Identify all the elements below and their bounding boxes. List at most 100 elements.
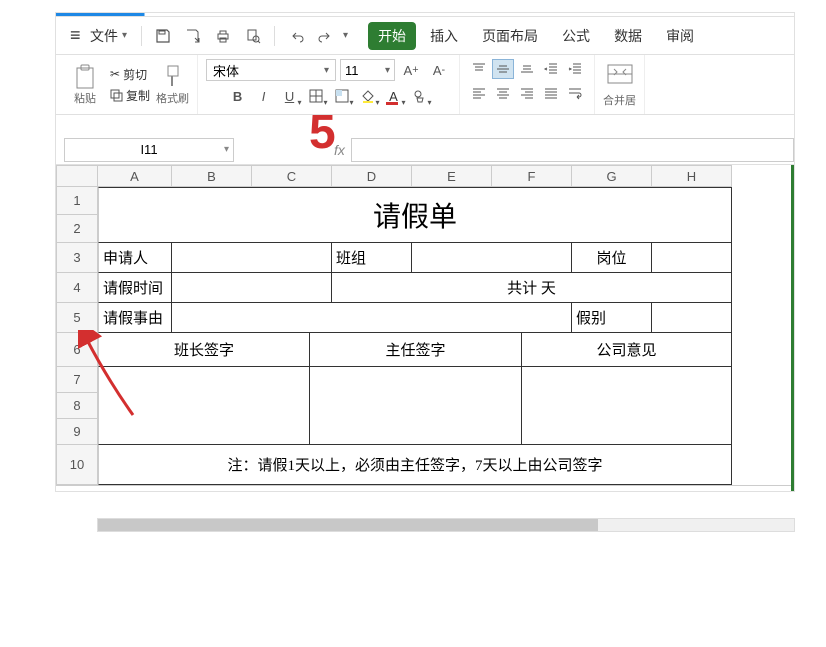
paste-button[interactable]: 粘贴 — [64, 64, 106, 106]
formula-input[interactable] — [351, 138, 794, 162]
row-header-1[interactable]: 1 — [56, 187, 98, 215]
cell-note[interactable]: 注：请假1天以上，必须由主任签字，7天以上由公司签字 — [98, 445, 732, 485]
worksheet: A B C D E F G H 1 2 请假单 3 申请人 班组 岗位 4 — [56, 165, 794, 491]
file-label: 文件 — [90, 26, 118, 46]
font-name-select[interactable]: 宋体▾ — [206, 59, 336, 81]
row-header-10[interactable]: 10 — [56, 445, 98, 485]
phonetic-button[interactable]: ▾ — [408, 85, 432, 107]
chevron-down-icon[interactable]: ▾ — [343, 30, 348, 41]
cell-A4[interactable]: 请假时间 — [98, 273, 172, 303]
cut-button[interactable]: ✂剪切 — [110, 66, 150, 83]
ribbon: 粘贴 ✂剪切 复制 格式刷 宋体▾ 11▾ A+ A- B I U▾ ▾ — [56, 55, 794, 115]
file-menu[interactable]: 文件 ▾ — [64, 21, 133, 50]
cell-A3[interactable]: 申请人 — [98, 243, 172, 273]
redo-icon[interactable] — [313, 23, 339, 49]
row-10: 10 注：请假1天以上，必须由主任签字，7天以上由公司签字 — [56, 445, 794, 485]
align-left-button[interactable] — [468, 83, 490, 103]
bold-button[interactable]: B — [226, 85, 250, 107]
undo-icon[interactable] — [283, 23, 309, 49]
print-icon[interactable] — [210, 23, 236, 49]
decrease-indent-button[interactable] — [540, 59, 562, 79]
row-4: 4 请假时间 共计 天 — [56, 273, 794, 303]
row-header-3[interactable]: 3 — [56, 243, 98, 273]
cell-D3[interactable]: 班组 — [332, 243, 412, 273]
signature-block-3[interactable] — [522, 367, 732, 445]
cell-H5[interactable] — [652, 303, 732, 333]
cell-B3[interactable] — [172, 243, 332, 273]
cell-E3[interactable] — [412, 243, 572, 273]
tab-start[interactable]: 开始 — [368, 22, 416, 50]
menubar: 文件 ▾ ▾ 开始 插入 页面布局 公式 数据 审阅 — [56, 17, 794, 55]
row-header-4[interactable]: 4 — [56, 273, 98, 303]
print-preview-icon[interactable] — [240, 23, 266, 49]
tab-formula[interactable]: 公式 — [552, 22, 600, 50]
cell-G6[interactable]: 公司意见 — [522, 333, 732, 367]
underline-button[interactable]: U▾ — [278, 85, 302, 107]
horizontal-scrollbar[interactable] — [97, 518, 795, 532]
font-size-select[interactable]: 11▾ — [340, 59, 395, 81]
align-bottom-button[interactable] — [516, 59, 538, 79]
save-as-icon[interactable] — [180, 23, 206, 49]
cell-G3[interactable]: 岗位 — [572, 243, 652, 273]
merge-label: 合并居 — [603, 92, 636, 108]
formula-bar: I11 ▾ fx — [56, 135, 794, 165]
increase-indent-button[interactable] — [564, 59, 586, 79]
justify-button[interactable] — [540, 83, 562, 103]
chevron-down-icon: ▾ — [324, 65, 329, 76]
cell-B4[interactable] — [172, 273, 332, 303]
italic-button[interactable]: I — [252, 85, 276, 107]
save-icon[interactable] — [150, 23, 176, 49]
format-painter-button[interactable]: 格式刷 — [156, 64, 189, 106]
row-header-9[interactable]: 9 — [56, 419, 98, 445]
divider — [274, 26, 275, 46]
merge-icon — [606, 61, 634, 87]
tab-layout[interactable]: 页面布局 — [472, 22, 548, 50]
cell-G5[interactable]: 假别 — [572, 303, 652, 333]
annotation-arrow-icon — [78, 330, 148, 420]
col-header-H[interactable]: H — [652, 165, 732, 187]
brush-icon — [163, 64, 183, 90]
row-header-5[interactable]: 5 — [56, 303, 98, 333]
increase-font-button[interactable]: A+ — [399, 59, 423, 81]
hamburger-icon — [70, 25, 86, 46]
cell-title[interactable]: 请假单 — [98, 187, 732, 243]
chevron-down-icon: ▾ — [224, 144, 229, 155]
cell-style-button[interactable]: ▾ — [330, 85, 354, 107]
col-header-C[interactable]: C — [252, 165, 332, 187]
signature-block-2[interactable] — [310, 367, 522, 445]
paste-label: 粘贴 — [74, 90, 96, 106]
col-header-B[interactable]: B — [172, 165, 252, 187]
tab-insert[interactable]: 插入 — [420, 22, 468, 50]
tab-data[interactable]: 数据 — [604, 22, 652, 50]
align-middle-button[interactable] — [492, 59, 514, 79]
cell-H3[interactable] — [652, 243, 732, 273]
title-text: 请假单 — [373, 195, 457, 235]
decrease-font-button[interactable]: A- — [427, 59, 451, 81]
align-top-button[interactable] — [468, 59, 490, 79]
col-header-E[interactable]: E — [412, 165, 492, 187]
scroll-thumb[interactable] — [98, 519, 598, 531]
tab-review[interactable]: 审阅 — [656, 22, 704, 50]
wrap-text-button[interactable] — [564, 83, 586, 103]
selection-indicator — [791, 165, 794, 491]
copy-button[interactable]: 复制 — [110, 87, 150, 104]
row-6: 6 班长签字 主任签字 公司意见 — [56, 333, 794, 367]
row-header-2[interactable]: 2 — [56, 215, 98, 243]
name-box[interactable]: I11 ▾ — [64, 138, 234, 162]
cell-D6[interactable]: 主任签字 — [310, 333, 522, 367]
fill-color-button[interactable]: ▾ — [356, 85, 380, 107]
merge-button[interactable] — [606, 61, 634, 92]
col-header-G[interactable]: G — [572, 165, 652, 187]
font-color-button[interactable]: A▾ — [382, 85, 406, 107]
align-center-button[interactable] — [492, 83, 514, 103]
cell-B5[interactable] — [172, 303, 572, 333]
cell-A5[interactable]: 请假事由 — [98, 303, 172, 333]
border-button[interactable]: ▾ — [304, 85, 328, 107]
col-header-A[interactable]: A — [98, 165, 172, 187]
col-header-D[interactable]: D — [332, 165, 412, 187]
cut-copy-group: ✂剪切 复制 — [110, 66, 150, 104]
align-right-button[interactable] — [516, 83, 538, 103]
cell-D4[interactable]: 共计 天 — [332, 273, 732, 303]
select-all-corner[interactable] — [56, 165, 98, 187]
col-header-F[interactable]: F — [492, 165, 572, 187]
